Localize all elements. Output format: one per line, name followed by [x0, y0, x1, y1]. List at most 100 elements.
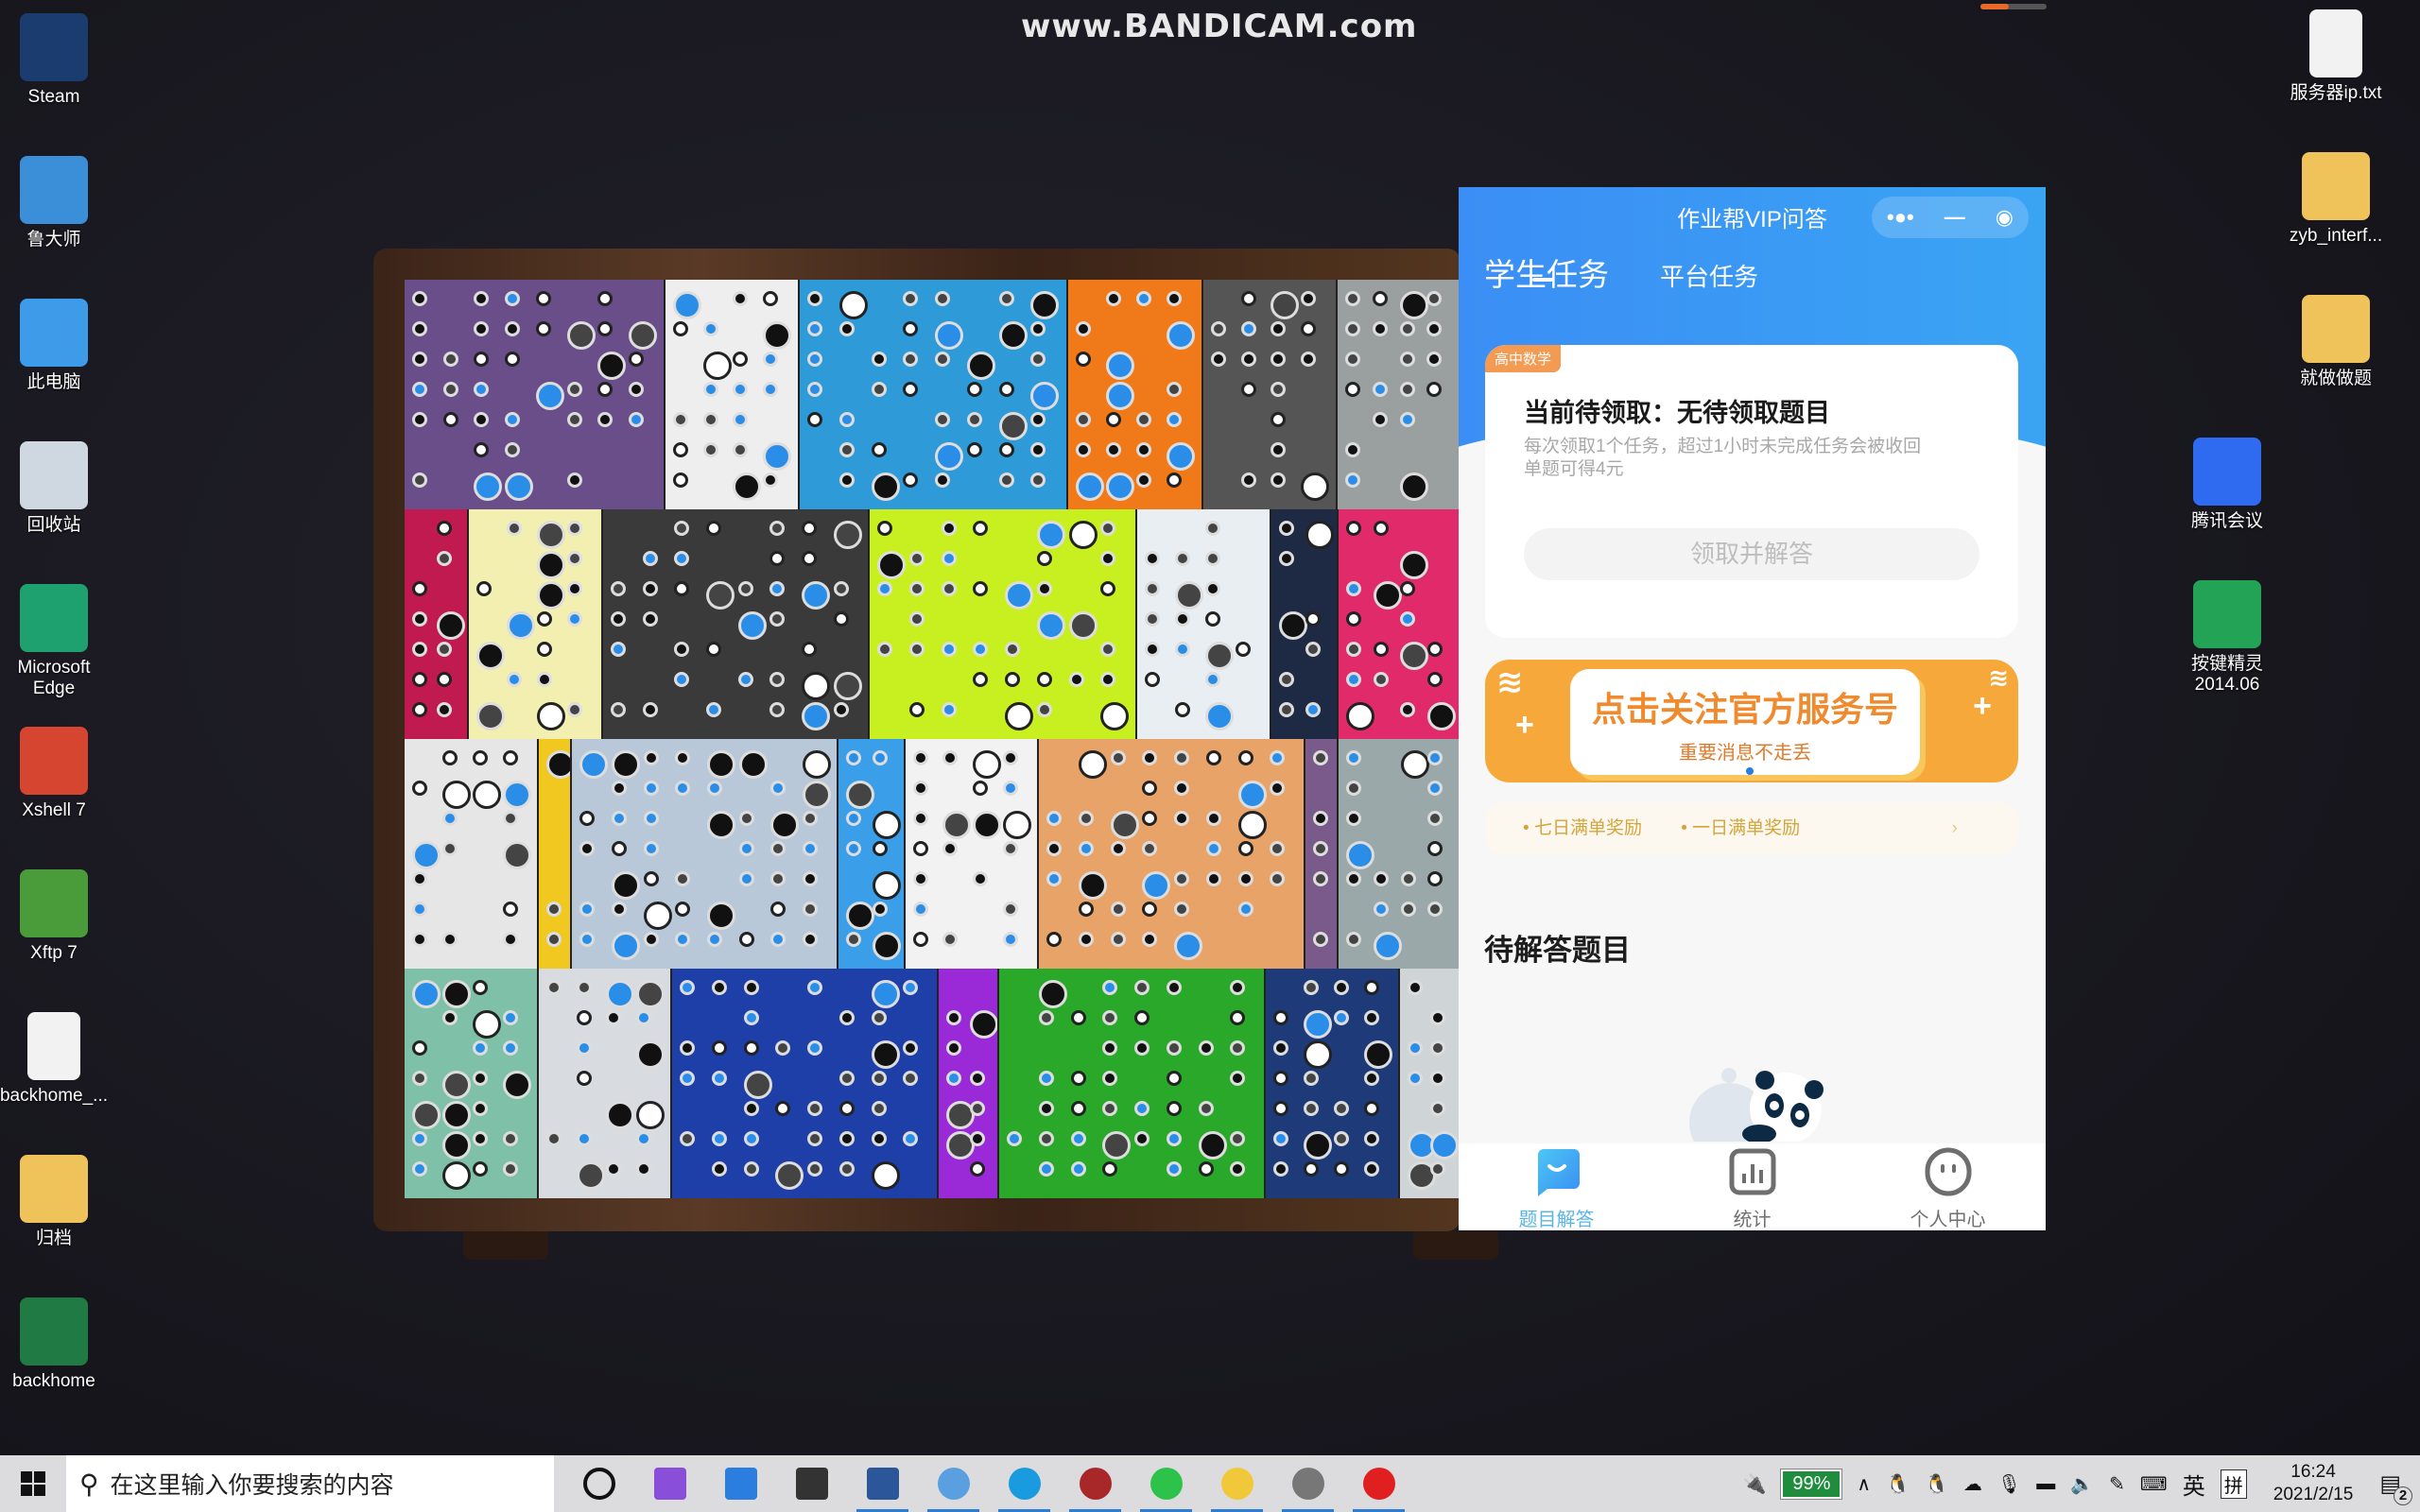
knob-icon	[973, 581, 989, 596]
tab-student-tasks[interactable]: 学生任务	[1484, 249, 1609, 295]
knob-icon	[1142, 932, 1158, 947]
more-icon[interactable]: •●•	[1887, 205, 1914, 230]
knob-icon	[1142, 750, 1158, 765]
knob-icon	[1142, 781, 1158, 796]
desktop-icon[interactable]: 按键精灵2014.06	[2170, 580, 2284, 696]
taskbar-app[interactable]	[1060, 1455, 1131, 1512]
knob-icon	[545, 1131, 562, 1146]
knob-icon	[642, 702, 658, 717]
nav-answer[interactable]: 题目解答	[1459, 1143, 1654, 1230]
knob-icon	[1301, 472, 1330, 501]
knob-icon	[597, 382, 614, 397]
knob-icon	[1110, 932, 1126, 947]
clock[interactable]: 16:24 2021/2/15	[2273, 1461, 2354, 1506]
desktop-icon[interactable]: 腾讯会议	[2170, 438, 2284, 532]
keyboard-icon[interactable]: ⌨	[2140, 1472, 2168, 1496]
taskbar-app[interactable]	[634, 1455, 705, 1512]
desktop-icon[interactable]: 此电脑	[0, 299, 111, 393]
qq-icon[interactable]: 🐧	[1925, 1472, 1948, 1496]
minimize-icon[interactable]: —	[1945, 205, 1965, 230]
ime-mode[interactable]: 拼	[2220, 1469, 2247, 1499]
knob-icon	[737, 611, 767, 640]
knob-icon	[1166, 382, 1182, 397]
taskbar-app[interactable]	[1201, 1455, 1272, 1512]
close-target-icon[interactable]: ◉	[1996, 205, 2014, 230]
anjian-icon	[2193, 580, 2261, 648]
follow-banner[interactable]: ≋ ≋ + + 点击关注官方服务号 重要消息不走丢	[1485, 660, 2018, 782]
desktop-icon[interactable]: 鲁大师	[0, 156, 111, 250]
desktop-icon[interactable]: Xftp 7	[0, 869, 111, 964]
tab-platform-tasks[interactable]: 平台任务	[1660, 258, 1758, 293]
desktop-icon[interactable]: Steam	[0, 13, 111, 108]
pen-icon[interactable]: ✎	[2109, 1472, 2125, 1496]
knob-icon	[941, 581, 957, 596]
qq-icon[interactable]: 🐧	[1886, 1472, 1910, 1496]
desktop-icon[interactable]: backhome_...	[0, 1012, 111, 1107]
knob-icon	[945, 1071, 961, 1086]
taskbar-app[interactable]	[705, 1455, 776, 1512]
nav-stats[interactable]: 统计	[1654, 1143, 1850, 1230]
knob-icon	[412, 581, 427, 596]
knob-icon	[506, 672, 522, 687]
knob-icon	[1272, 1101, 1288, 1116]
knob-icon	[1100, 581, 1116, 596]
knob-icon	[412, 412, 427, 427]
reward-row[interactable]: • 七日满单奖励 • 一日满单奖励 ›	[1485, 802, 2018, 855]
microphone-icon[interactable]: 🎙	[1997, 1472, 2021, 1496]
synth-module	[405, 969, 539, 1198]
desktop-icon[interactable]: backhome	[0, 1297, 111, 1392]
knob-icon	[1235, 642, 1251, 657]
chevron-up-icon[interactable]: ∧	[1857, 1472, 1871, 1496]
synth-module	[1136, 509, 1271, 739]
desktop-icon[interactable]: 就做做题	[2279, 295, 2393, 389]
knob-icon	[872, 841, 888, 856]
taskbar-app[interactable]	[847, 1455, 918, 1512]
battery-indicator[interactable]: 99%	[1780, 1468, 1843, 1500]
knob-icon	[1166, 1131, 1182, 1146]
taskbar-app[interactable]	[989, 1455, 1060, 1512]
taskbar-app[interactable]	[1131, 1455, 1201, 1512]
knob-icon	[912, 811, 928, 826]
ime-language[interactable]: 英	[2183, 1468, 2205, 1501]
nav-profile[interactable]: 个人中心	[1850, 1143, 2046, 1230]
cloud-icon[interactable]: ☁	[1963, 1472, 1982, 1496]
knob-icon	[1430, 1101, 1446, 1116]
desktop-icon[interactable]: zyb_interf...	[2279, 152, 2393, 247]
knob-icon	[1373, 871, 1389, 886]
knob-icon	[807, 1161, 823, 1177]
knob-icon	[1426, 672, 1443, 687]
knob-icon	[1166, 1101, 1182, 1116]
taskbar-app[interactable]	[776, 1455, 847, 1512]
knob-icon	[606, 1161, 622, 1177]
knob-icon	[441, 811, 458, 826]
knob-icon	[702, 321, 718, 336]
knob-icon	[966, 442, 982, 457]
start-button[interactable]	[0, 1455, 66, 1512]
desktop-icon[interactable]: 回收站	[0, 441, 111, 536]
taskbar-app[interactable]	[1272, 1455, 1343, 1512]
knob-icon	[872, 811, 901, 839]
knob-icon	[1270, 781, 1286, 796]
knob-icon	[1070, 1071, 1086, 1086]
taskbar-app[interactable]	[563, 1455, 634, 1512]
taskbar-app[interactable]	[918, 1455, 989, 1512]
desktop-icon[interactable]: Microsoft Edge	[0, 584, 111, 699]
notification-center-icon[interactable]: ▤ 2	[2379, 1470, 2412, 1505]
desktop-icon[interactable]: 服务器ip.txt	[2279, 9, 2393, 104]
knob-icon	[1046, 932, 1063, 947]
knob-icon	[871, 1040, 900, 1069]
volume-icon[interactable]: 🔈	[2070, 1472, 2094, 1496]
knob-icon	[1345, 521, 1361, 536]
knob-icon	[1100, 551, 1116, 566]
search-box[interactable]: ⚲ 在这里输入你要搜索的内容	[66, 1455, 554, 1512]
claim-button[interactable]: 领取并解答	[1524, 528, 1979, 580]
knob-icon	[643, 871, 659, 886]
knob-icon	[845, 932, 861, 947]
desktop-icon[interactable]: Xshell 7	[0, 727, 111, 821]
desktop-icon[interactable]: 归档	[0, 1155, 111, 1249]
knob-icon	[643, 811, 659, 826]
date: 2021/2/15	[2273, 1485, 2354, 1504]
taskbar-app[interactable]	[1343, 1455, 1414, 1512]
battery-plug-icon[interactable]: ▬	[2036, 1473, 2055, 1495]
knob-icon	[1270, 472, 1287, 488]
